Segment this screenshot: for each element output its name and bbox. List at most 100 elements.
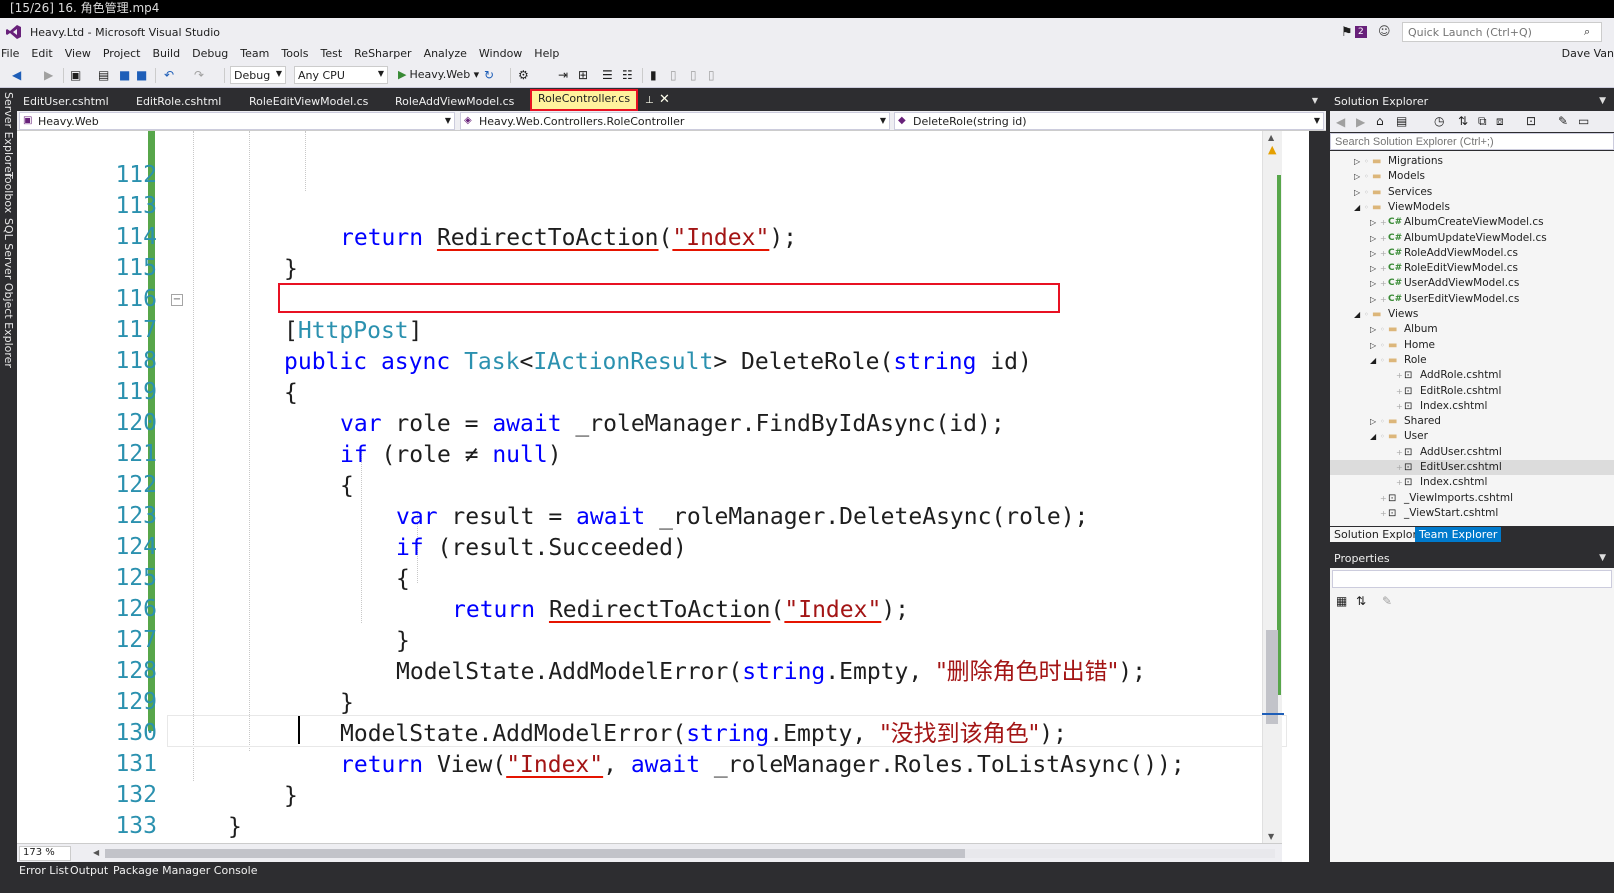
- pin-icon[interactable]: ⊥: [645, 95, 654, 106]
- menu-analyze[interactable]: Analyze: [418, 45, 473, 63]
- forward-icon[interactable]: ▶: [1356, 115, 1365, 129]
- horizontal-scroll-thumb[interactable]: [105, 849, 965, 858]
- menu-resharper[interactable]: ReSharper: [348, 45, 417, 63]
- uncomment-icon[interactable]: ☷: [622, 68, 633, 82]
- code-editor[interactable]: 112 113 return RedirectToAction("Index")…: [17, 131, 1309, 862]
- minimize-icon[interactable]: ▭: [1578, 114, 1589, 128]
- tree-item[interactable]: ◢ ◦ ▬ User: [1330, 429, 1614, 444]
- collapse-all-icon[interactable]: ⧉: [1478, 114, 1487, 128]
- menu-tools[interactable]: Tools: [275, 45, 314, 63]
- clear-bookmarks-icon[interactable]: ▯: [708, 68, 715, 82]
- tree-item[interactable]: + ⊡ _ViewImports.cshtml: [1330, 491, 1614, 506]
- browser-link-icon[interactable]: ⚙: [518, 68, 529, 82]
- scroll-down-icon[interactable]: ▼: [1268, 832, 1274, 841]
- collapsed-arrow-icon[interactable]: ▷: [1354, 169, 1360, 184]
- scroll-up-icon[interactable]: ▲: [1268, 133, 1274, 142]
- menu-file[interactable]: File: [0, 45, 25, 63]
- properties-icon[interactable]: ✎: [1558, 114, 1568, 128]
- menu-debug[interactable]: Debug: [186, 45, 234, 63]
- collapsed-arrow-icon[interactable]: ▷: [1370, 246, 1376, 261]
- redo-icon[interactable]: ↷: [194, 68, 204, 82]
- navigate-forward-icon[interactable]: ▶: [44, 68, 53, 82]
- preview-icon[interactable]: ⊡: [1526, 114, 1536, 128]
- zoom-level-select[interactable]: 173 %: [19, 846, 71, 861]
- tree-item[interactable]: + ⊡ AddUser.cshtml: [1330, 445, 1614, 460]
- project-combo[interactable]: ▣ Heavy.Web ▼: [19, 112, 455, 130]
- categorized-icon[interactable]: ▦: [1336, 594, 1347, 608]
- tree-item[interactable]: + ⊡ Index.cshtml: [1330, 399, 1614, 414]
- scroll-left-icon[interactable]: ◀: [93, 848, 99, 857]
- tree-item[interactable]: ▷ ◦ ▬ Shared: [1330, 414, 1614, 429]
- property-pages-icon[interactable]: ✎: [1382, 594, 1392, 608]
- tab-rolecontroller[interactable]: RoleController.cs: [530, 89, 639, 111]
- start-debugging-button[interactable]: ▶ Heavy.Web ▾: [398, 68, 479, 81]
- menu-team[interactable]: Team: [234, 45, 275, 63]
- tree-item[interactable]: ▷ ◦ ▬ Services: [1330, 185, 1614, 200]
- vertical-scroll-thumb[interactable]: [1266, 630, 1278, 724]
- menu-build[interactable]: Build: [146, 45, 186, 63]
- tab-editrole[interactable]: EditRole.cshtml: [130, 92, 227, 111]
- next-bookmark-icon[interactable]: ▯: [690, 68, 697, 82]
- properties-object-select[interactable]: [1332, 570, 1612, 588]
- tree-item[interactable]: ◢ ◦ ▬ Role: [1330, 353, 1614, 368]
- menu-project[interactable]: Project: [97, 45, 147, 63]
- warning-icon[interactable]: ▲: [1268, 143, 1276, 156]
- collapsed-arrow-icon[interactable]: ▷: [1370, 322, 1376, 337]
- switch-views-icon[interactable]: ▤: [1396, 114, 1407, 128]
- close-icon[interactable]: ✕: [659, 92, 670, 107]
- package-manager-console-tab[interactable]: Package Manager Console: [113, 864, 257, 877]
- collapsed-arrow-icon[interactable]: ▷: [1370, 276, 1376, 291]
- tab-edituser[interactable]: EditUser.cshtml: [17, 92, 115, 111]
- pending-changes-icon[interactable]: ◷: [1434, 114, 1444, 128]
- expanded-arrow-icon[interactable]: ◢: [1354, 200, 1360, 215]
- refresh-icon[interactable]: ↻: [484, 68, 494, 82]
- tree-item[interactable]: ▷ + C# RoleEditViewModel.cs: [1330, 261, 1614, 276]
- quick-launch-input[interactable]: [1402, 22, 1602, 42]
- class-combo[interactable]: ◈ Heavy.Web.Controllers.RoleController ▼: [460, 112, 890, 130]
- tabs-overflow-icon[interactable]: ▼: [1312, 96, 1318, 105]
- back-icon[interactable]: ◀: [1336, 115, 1345, 129]
- tree-item[interactable]: ▷ ◦ ▬ Models: [1330, 169, 1614, 184]
- server-explorer-tab[interactable]: Server Explorer: [2, 92, 15, 177]
- collapsed-arrow-icon[interactable]: ▷: [1370, 231, 1376, 246]
- new-project-icon[interactable]: ▣: [70, 68, 81, 82]
- tree-item[interactable]: ▷ ◦ ▬ Home: [1330, 338, 1614, 353]
- tree-item[interactable]: ▷ + C# AlbumUpdateViewModel.cs: [1330, 231, 1614, 246]
- collapsed-arrow-icon[interactable]: ▷: [1354, 154, 1360, 169]
- tree-item[interactable]: ▷ + C# RoleAddViewModel.cs: [1330, 246, 1614, 261]
- tree-item[interactable]: ▷ ◦ ▬ Album: [1330, 322, 1614, 337]
- collapsed-arrow-icon[interactable]: ▷: [1370, 215, 1376, 230]
- show-all-files-icon[interactable]: ⧈: [1496, 114, 1504, 128]
- tab-roleaddviewmodel[interactable]: RoleAddViewModel.cs: [389, 92, 520, 111]
- output-tab[interactable]: Output: [70, 864, 108, 877]
- save-icon[interactable]: ■: [119, 68, 130, 82]
- signed-in-user[interactable]: Dave Van: [1562, 47, 1614, 60]
- tree-item[interactable]: + ⊡ Index.cshtml: [1330, 475, 1614, 490]
- panel-options-icon[interactable]: ▼: [1599, 96, 1606, 106]
- collapsed-arrow-icon[interactable]: ▷: [1370, 414, 1376, 429]
- breakpoints-icon[interactable]: ⊞: [578, 68, 588, 82]
- collapsed-arrow-icon[interactable]: ▷: [1370, 261, 1376, 276]
- prev-bookmark-icon[interactable]: ▯: [670, 68, 677, 82]
- tree-item[interactable]: + ⊡ AddRole.cshtml: [1330, 368, 1614, 383]
- search-icon[interactable]: ⌕: [1584, 25, 1590, 39]
- comment-icon[interactable]: ☰: [602, 68, 613, 82]
- navigate-back-icon[interactable]: ◀: [12, 68, 21, 82]
- member-combo[interactable]: ◆ DeleteRole(string id) ▼: [894, 112, 1324, 130]
- platform-select[interactable]: Any CPU ▼: [294, 66, 388, 84]
- home-icon[interactable]: ⌂: [1376, 114, 1384, 128]
- open-file-icon[interactable]: ▤: [98, 68, 109, 82]
- alphabetical-icon[interactable]: ⇅: [1356, 594, 1366, 608]
- tree-item[interactable]: ▷ + C# UserAddViewModel.cs: [1330, 276, 1614, 291]
- configuration-select[interactable]: Debug ▼: [230, 66, 286, 84]
- tree-item[interactable]: ◢ ◦ ▬ ViewModels: [1330, 200, 1614, 215]
- tab-roleeditviewmodel[interactable]: RoleEditViewModel.cs: [243, 92, 374, 111]
- menu-window[interactable]: Window: [473, 45, 528, 63]
- collapsed-arrow-icon[interactable]: ▷: [1370, 292, 1376, 307]
- notification-count-badge[interactable]: 2: [1355, 26, 1367, 38]
- step-icon[interactable]: ⇥: [558, 68, 568, 82]
- undo-icon[interactable]: ↶: [164, 68, 174, 82]
- tree-item[interactable]: + ⊡ _ViewStart.cshtml: [1330, 506, 1614, 521]
- menu-test[interactable]: Test: [314, 45, 348, 63]
- sync-icon[interactable]: ⇅: [1458, 114, 1468, 128]
